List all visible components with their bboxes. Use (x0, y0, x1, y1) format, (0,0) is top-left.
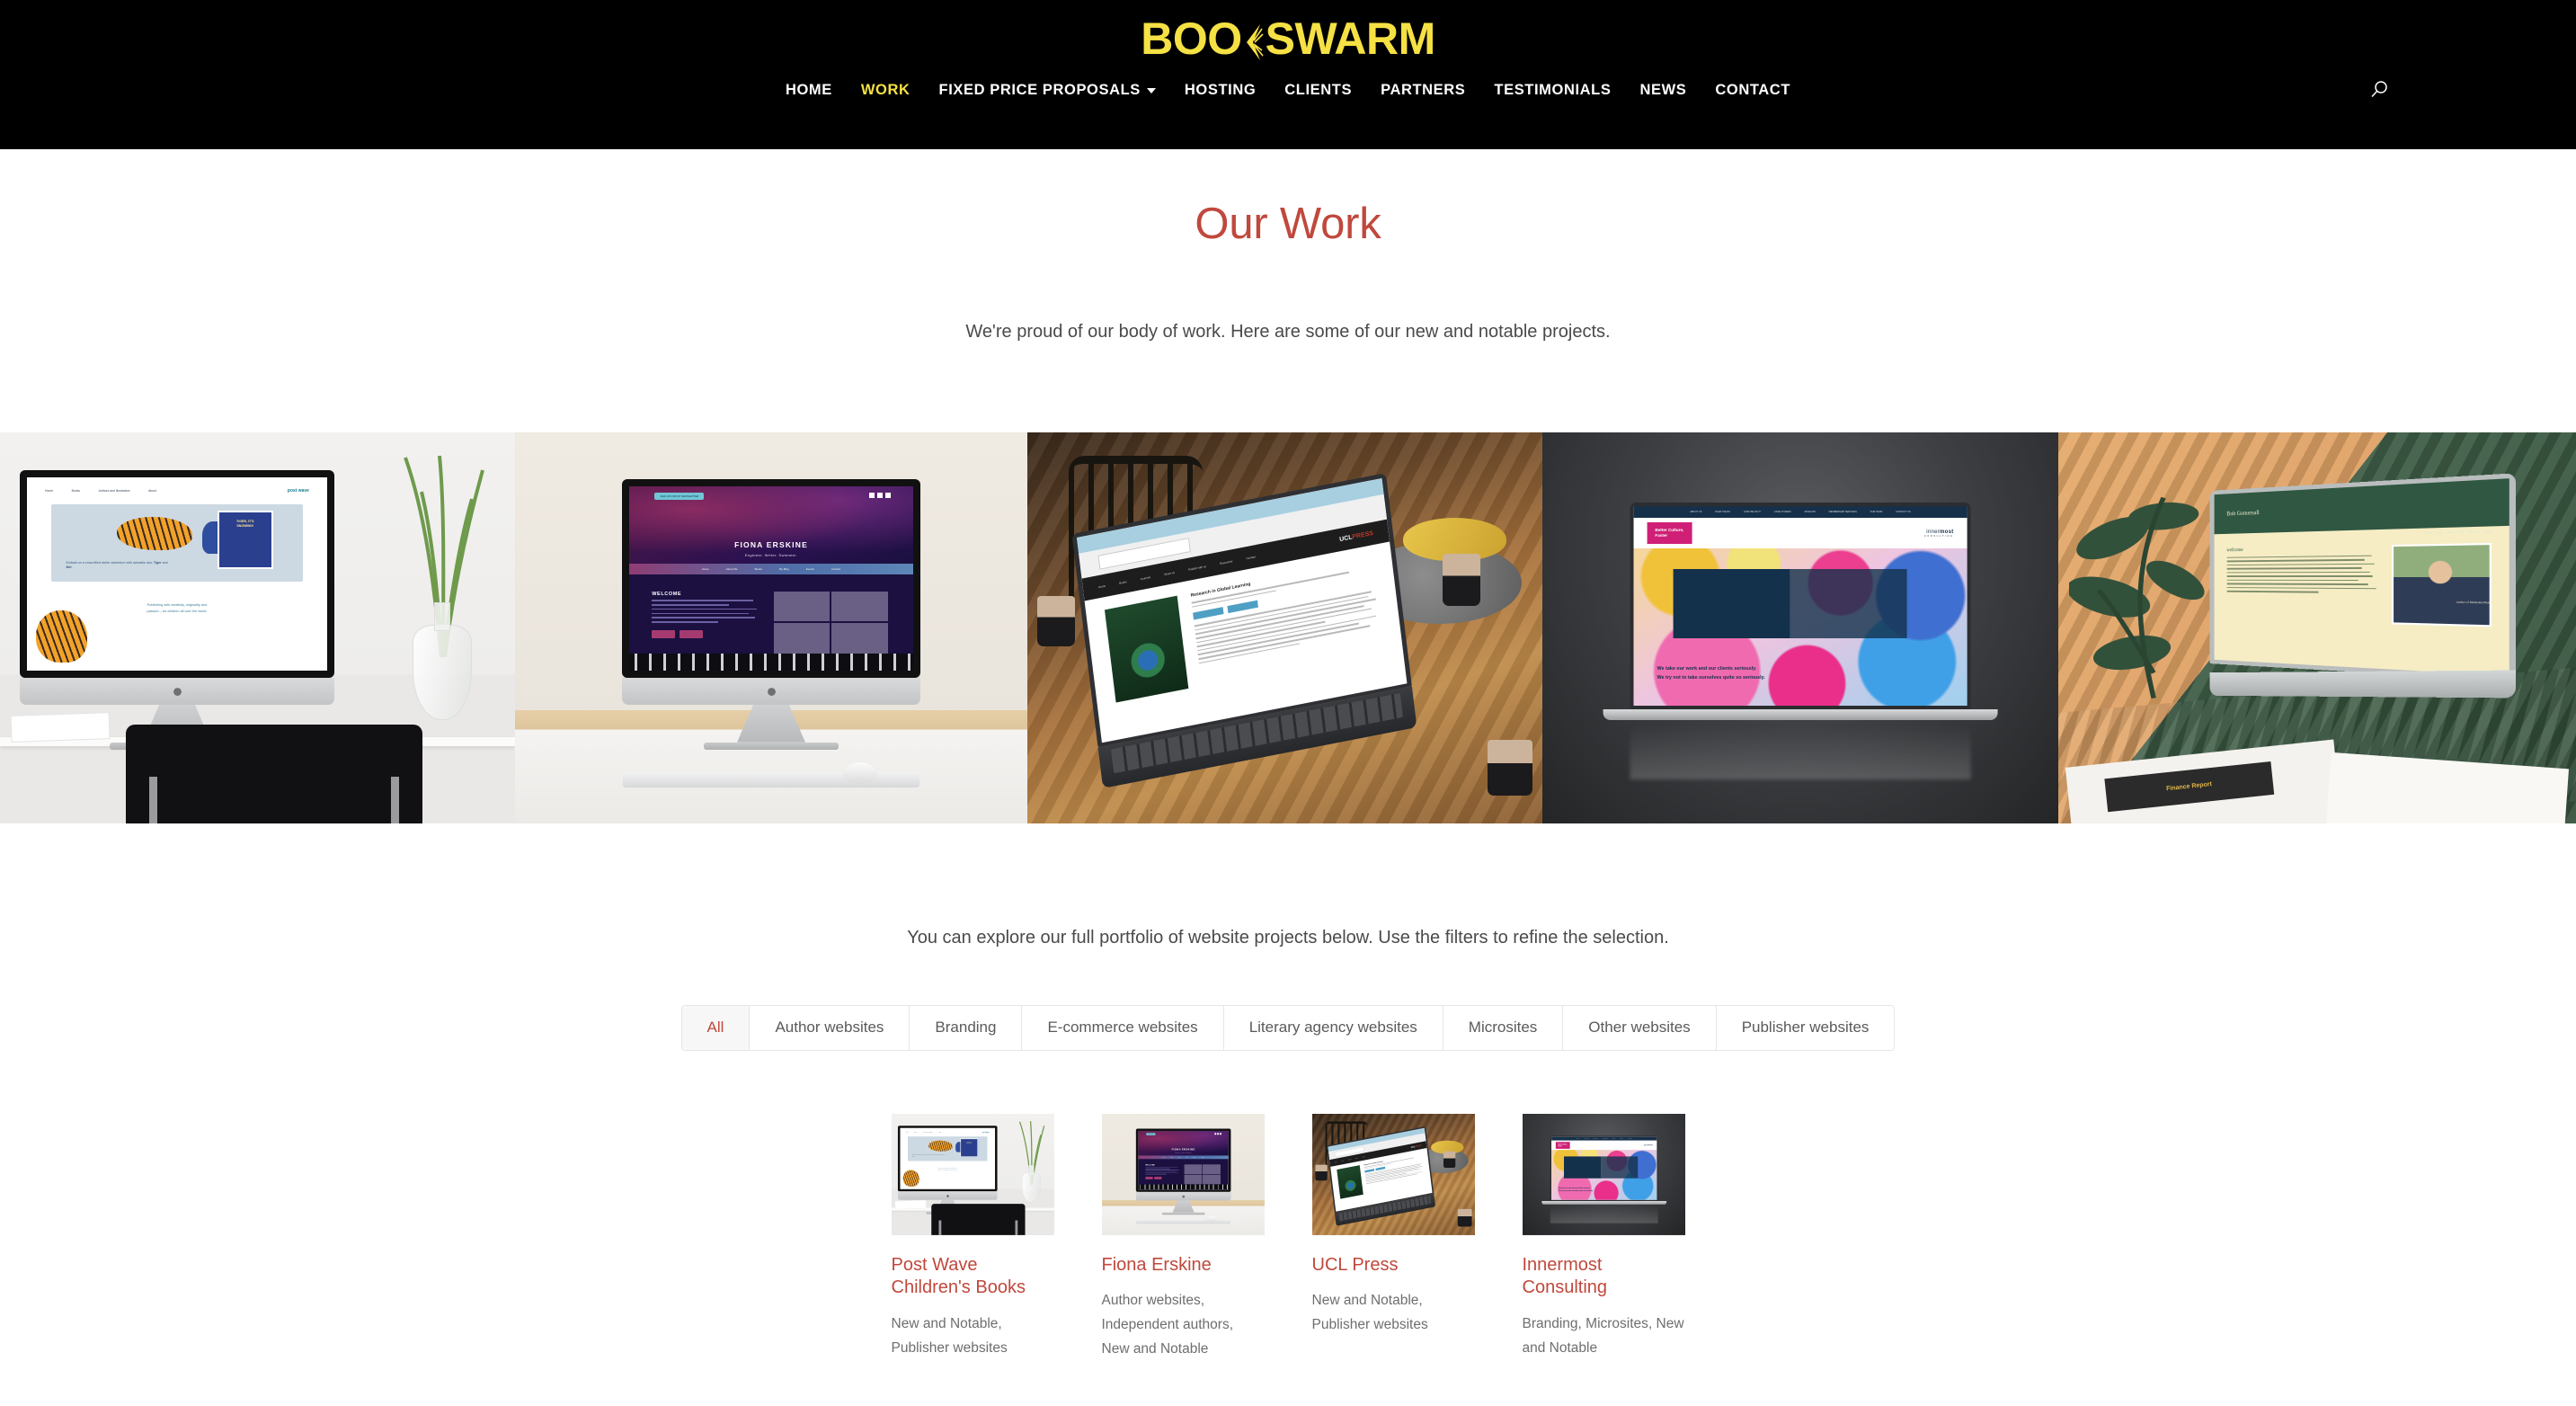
nav-label: WORK (860, 81, 910, 98)
imac-mockup: Home Books Authors and Illustrators About p… (20, 469, 334, 750)
nav-item-work[interactable]: WORK (847, 82, 925, 99)
portfolio-thumbnail[interactable]: NEWSLETTER FIONA ERSKINE Engineer. Write… (1101, 1113, 1265, 1235)
imac-mockup: SIGN UP FOR MY NEWSLETTER FIONA ERSKINE … (622, 478, 920, 750)
page-title: Our Work (1195, 200, 1381, 248)
portfolio-thumbnail[interactable]: Home Books Journals About Contact UCLPRESS … (1311, 1113, 1475, 1235)
nav-label: FIXED PRICE PROPOSALS (938, 81, 1141, 98)
filter-microsites[interactable]: Microsites (1443, 1005, 1564, 1050)
portfolio-card[interactable]: NEWSLETTER FIONA ERSKINE Engineer. Write… (1101, 1113, 1265, 1362)
hero-image-fiona-erskine: SIGN UP FOR MY NEWSLETTER FIONA ERSKINE … (515, 432, 1027, 823)
portfolio-card-title[interactable]: Fiona Erskine (1102, 1254, 1265, 1277)
portfolio-grid: Home Books Authors and Illustrators About … (0, 1113, 2576, 1362)
page-intro-text: We're proud of our body of work. Here ar… (965, 321, 1611, 342)
portfolio-card[interactable]: Home Books Journals About Contact UCLPRESS … (1311, 1113, 1475, 1362)
filter-all[interactable]: All (681, 1005, 751, 1050)
portfolio-card-title[interactable]: UCL Press (1312, 1254, 1475, 1277)
vase-decoration (413, 624, 472, 720)
logo-text-left: BOO (1141, 13, 1242, 64)
nav-label: CONTACT (1715, 81, 1791, 98)
mouse-decoration (842, 761, 877, 784)
nav-item-home[interactable]: HOME (771, 82, 847, 99)
portfolio-card[interactable]: Home Books Authors and Illustrators About … (891, 1113, 1054, 1362)
hero-image-strip: Home Books Authors and Illustrators About p… (0, 432, 2576, 823)
filter-ecommerce-websites[interactable]: E-commerce websites (1022, 1005, 1224, 1050)
portfolio-card-categories: New and Notable, Publisher websites (891, 1315, 1008, 1356)
nav-item-partners[interactable]: PARTNERS (1366, 82, 1479, 99)
nav-label: PARTNERS (1381, 81, 1466, 98)
laptop-mockup: Bob Gomersall Home Books About Blog Reviews… (2193, 473, 2516, 699)
logo-wrapper: BOO SWARM (0, 0, 2576, 65)
portfolio-thumbnail[interactable]: ABOUT US WHAT WE DO HOW WE DO IT CASE STUD… (1522, 1113, 1685, 1235)
portfolio-card-title[interactable]: Innermost Consulting (1523, 1254, 1685, 1300)
main-navigation: HOME WORK FIXED PRICE PROPOSALS HOSTING … (0, 65, 2576, 115)
nav-label: TESTIMONIALS (1494, 81, 1612, 98)
nav-item-fixed-price-proposals[interactable]: FIXED PRICE PROPOSALS (925, 82, 1170, 99)
nav-item-contact[interactable]: CONTACT (1701, 82, 1805, 99)
nav-label: HOSTING (1184, 81, 1257, 98)
hero-image-post-wave: Home Books Authors and Illustrators About p… (0, 432, 515, 823)
portfolio-card-categories: Author websites, Independent authors, Ne… (1101, 1293, 1234, 1357)
portfolio-intro-text: You can explore our full portfolio of we… (907, 927, 1669, 948)
site-logo[interactable]: BOO SWARM (1141, 16, 1435, 61)
logo-text-right: SWARM (1265, 13, 1436, 64)
hero-image-innermost-consulting: ABOUT US WHAT WE DO HOW WE DO IT CASE STUD… (1542, 432, 2058, 823)
portfolio-thumbnail[interactable]: Home Books Authors and Illustrators About … (891, 1113, 1054, 1235)
portfolio-card-title[interactable]: Post Wave Children's Books (892, 1254, 1054, 1300)
filter-branding[interactable]: Branding (910, 1005, 1023, 1050)
page-intro: Our Work We're proud of our body of work… (0, 149, 2576, 346)
nav-label: CLIENTS (1284, 81, 1353, 98)
hero-image-ucl-press: Home Books Journals About us Publish with u… (1027, 432, 1542, 823)
portfolio-card-categories: New and Notable, Publisher websites (1311, 1293, 1428, 1333)
nav-label: NEWS (1639, 81, 1687, 98)
coffee-cup (1037, 596, 1076, 647)
search-icon[interactable] (2364, 75, 2394, 105)
chevron-down-icon (1146, 88, 1156, 93)
nav-item-hosting[interactable]: HOSTING (1170, 82, 1270, 99)
hero-image-bob-gomersall: Bob Gomersall Home Books About Blog Reviews… (2058, 432, 2576, 823)
filter-publisher-websites[interactable]: Publisher websites (1717, 1006, 1895, 1050)
portfolio-filter-bar: All Author websites Branding E-commerce … (680, 1004, 1896, 1051)
portfolio-card[interactable]: ABOUT US WHAT WE DO HOW WE DO IT CASE STUD… (1522, 1113, 1685, 1362)
nav-item-news[interactable]: NEWS (1625, 82, 1701, 99)
filter-author-websites[interactable]: Author websites (750, 1005, 910, 1050)
author-photo (2391, 542, 2492, 627)
filter-other-websites[interactable]: Other websites (1563, 1005, 1717, 1050)
coffee-cup (1487, 740, 1532, 796)
coffee-cup (1443, 553, 1481, 606)
portfolio-card-categories: Branding, Microsites, New and Notable (1522, 1315, 1684, 1356)
nav-item-clients[interactable]: CLIENTS (1270, 82, 1366, 99)
nav-item-testimonials[interactable]: TESTIMONIALS (1479, 82, 1625, 99)
office-chair (126, 724, 422, 823)
laptop-mockup: ABOUT US WHAT WE DO HOW WE DO IT CASE STUD… (1603, 503, 1998, 721)
site-header: BOO SWARM HOME WORK FIXED PRICE PROPOSAL… (0, 0, 2576, 149)
filter-literary-agency-websites[interactable]: Literary agency websites (1224, 1005, 1443, 1050)
bookswarm-bee-icon (1242, 18, 1266, 60)
portfolio-section: You can explore our full portfolio of we… (0, 823, 2576, 1362)
nav-label: HOME (785, 81, 832, 98)
